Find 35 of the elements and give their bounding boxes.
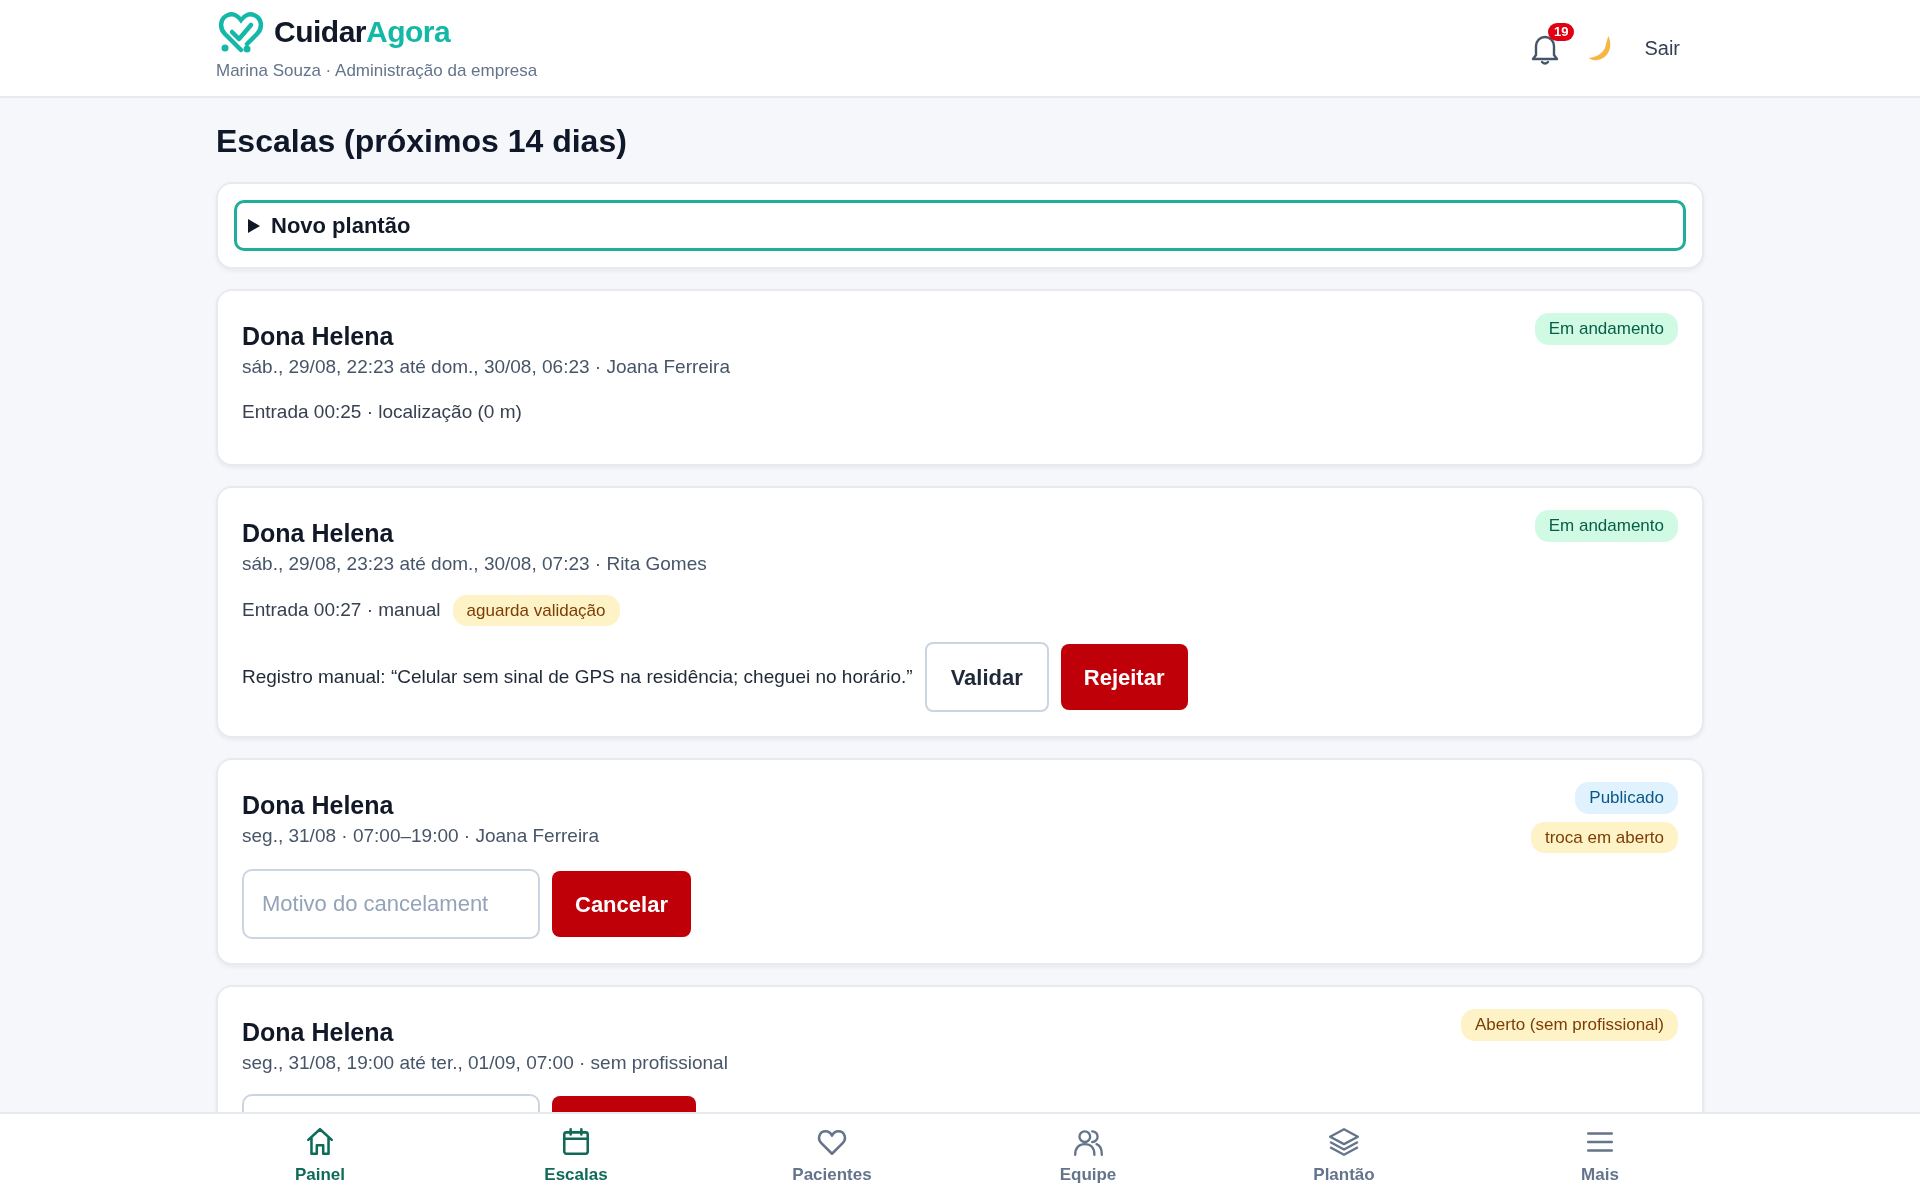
status-tag: Aberto (sem profissional) — [1461, 1009, 1678, 1041]
nav-tab[interactable]: Equipe — [960, 1114, 1216, 1200]
check-in-info: Entrada 00:27 · manual — [242, 598, 441, 623]
validate-button[interactable]: Validar — [924, 642, 1049, 713]
check-in-info: Entrada 00:25 · localização (0 m) — [242, 399, 522, 424]
new-shift-toggle[interactable]: Novo plantão — [234, 200, 1686, 252]
nav-tab[interactable]: Mais — [1472, 1114, 1728, 1200]
patient-name: Dona Helena — [242, 518, 395, 549]
cancel-button[interactable]: Cancelar — [552, 871, 691, 938]
user-subtitle: Marina Souza · Administração da empresa — [216, 60, 538, 82]
manual-record-note: Registro manual: “Celular sem sinal de GPS na residência; cheguei no horário.” — [242, 665, 913, 690]
cancel-reason-field[interactable]: Motivo do cancelament — [242, 869, 540, 940]
logout-button[interactable]: Sair — [1636, 29, 1688, 67]
notification-count: 19 — [1547, 23, 1575, 42]
shift-schedule: sáb., 29/08, 23:23 até dom., 30/08, 07:23 · Rita Gomes — [242, 552, 707, 577]
caret-icon — [247, 218, 261, 233]
nav-tab[interactable]: Escalas — [448, 1114, 704, 1200]
validation-tag: aguarda validação — [452, 594, 620, 627]
shift-schedule: seg., 31/08 · 07:00–19:00 · Joana Ferreira — [242, 824, 599, 849]
brand-name: CuidarAgora — [274, 13, 451, 50]
nav-tab[interactable]: Plantão — [1216, 1114, 1472, 1200]
patient-name: Dona Helena — [242, 321, 395, 352]
reject-button[interactable]: Rejeitar — [1060, 644, 1188, 711]
nav-tab[interactable]: Pacientes — [704, 1114, 960, 1200]
status-tag: Em andamento — [1534, 510, 1678, 542]
status-tag: troca em aberto — [1530, 821, 1678, 854]
shift-schedule: sáb., 29/08, 22:23 até dom., 30/08, 06:23 · Joana Ferreira — [242, 355, 730, 380]
patient-name: Dona Helena — [242, 790, 395, 821]
nav-tab[interactable]: Painel — [192, 1114, 448, 1200]
status-tag: Publicado — [1575, 782, 1678, 814]
shift-schedule: seg., 31/08, 19:00 até ter., 01/09, 07:00 · sem profissional — [242, 1051, 728, 1076]
patient-name: Dona Helena — [242, 1017, 395, 1048]
status-tag: Em andamento — [1534, 313, 1678, 345]
layers-icon — [1328, 1126, 1360, 1159]
page-title: Escalas (próximos 14 dias) — [216, 122, 628, 161]
